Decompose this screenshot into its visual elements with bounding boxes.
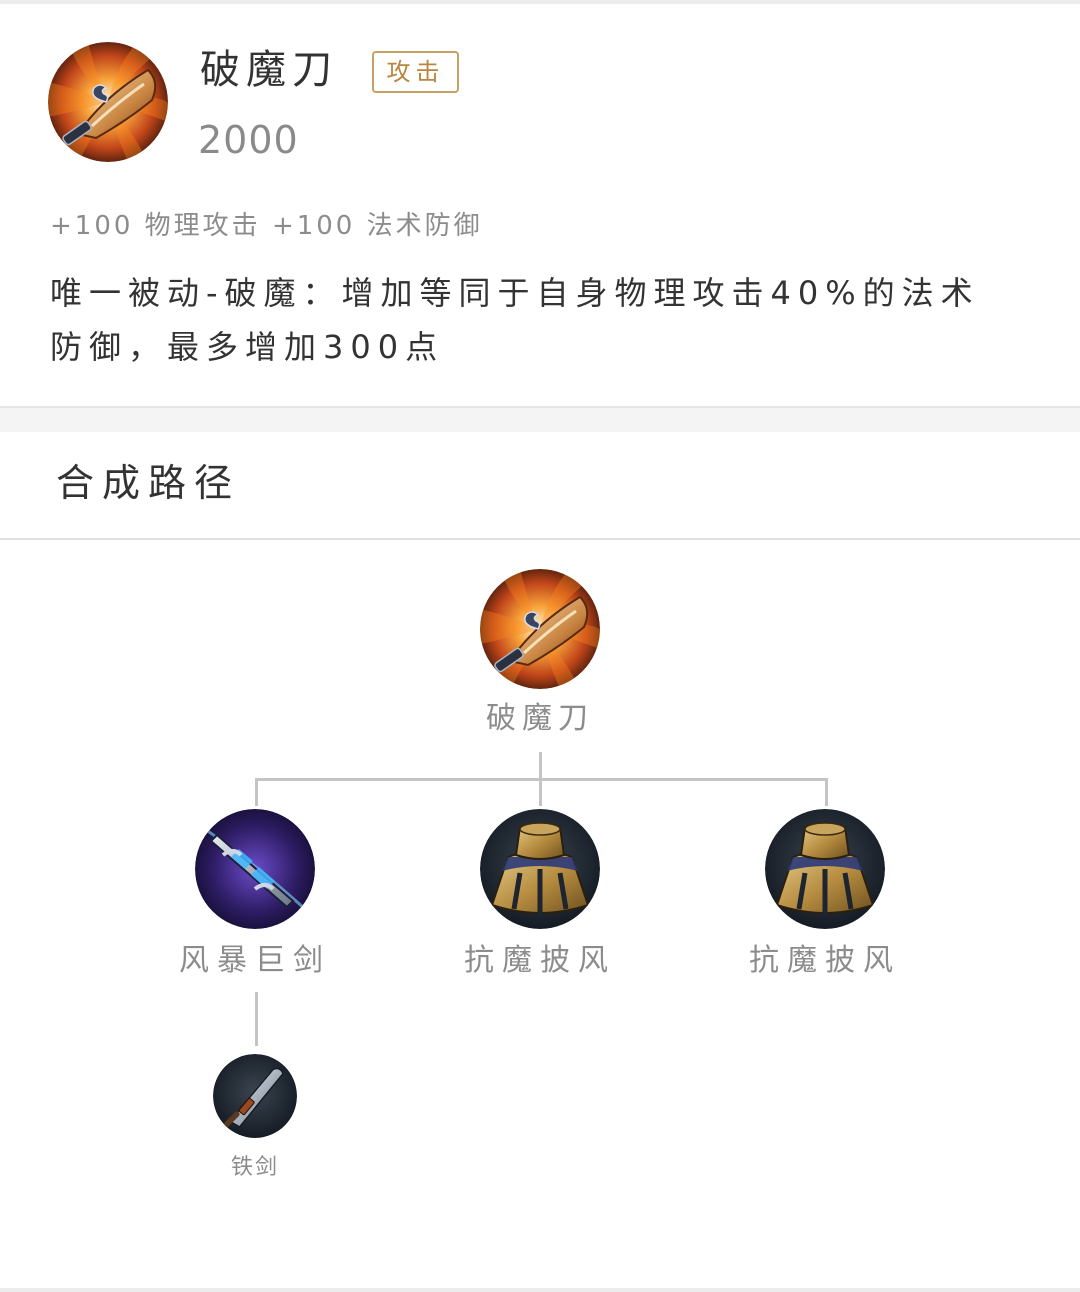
storm-sword-icon[interactable]: [195, 809, 315, 929]
section-separator: [0, 406, 1080, 432]
tree-connector: [539, 778, 542, 806]
cloak-icon[interactable]: [765, 809, 885, 929]
component-label: 抗魔披风: [464, 943, 616, 978]
iron-sword-icon[interactable]: [213, 1054, 297, 1138]
cloak-icon[interactable]: [480, 809, 600, 929]
sub-component-label: 铁剑: [230, 1155, 279, 1180]
component-label: 风暴巨剑: [179, 943, 331, 978]
item-price: 2000: [198, 118, 299, 162]
recipe-section-header: 合成路径: [0, 432, 1080, 540]
item-description: 唯一被动-破魔：增加等同于自身物理攻击40%的法术防御，最多增加300点: [50, 274, 980, 366]
section-title: 合成路径: [56, 461, 241, 505]
item-stats: +100 物理攻击 +100 法术防御: [50, 211, 483, 241]
blade-icon[interactable]: [480, 569, 600, 689]
blade-icon: [48, 42, 168, 162]
type-badge: 攻击: [372, 51, 459, 93]
recipe-root-label: 破魔刀: [486, 701, 594, 736]
tree-connector: [255, 992, 258, 1046]
item-name: 破魔刀: [200, 47, 338, 93]
tree-connector: [539, 752, 542, 780]
tree-connector: [255, 778, 258, 806]
tree-connector: [825, 778, 828, 806]
item-detail-card: 破魔刀 攻击 2000 +100 物理攻击 +100 法术防御 唯一被动-破魔：…: [0, 4, 1080, 406]
recipe-tree: 破魔刀 风暴巨剑 抗魔披风 抗魔披风 铁剑: [0, 540, 1080, 1288]
bottom-divider: [0, 1288, 1080, 1292]
component-label: 抗魔披风: [749, 943, 901, 978]
